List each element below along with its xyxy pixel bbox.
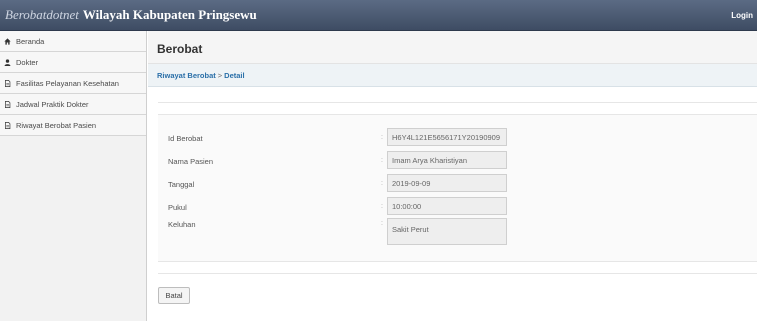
brand-title: Wilayah Kabupaten Pringsewu [82,7,257,22]
sidebar: Beranda Dokter Fasilitas Pelayanan Keseh… [0,31,147,321]
field-label: Nama Pasien [168,157,214,166]
field-label: Keluhan [168,220,196,229]
sidebar-item-label: Fasilitas Pelayanan Kesehatan [16,78,119,88]
home-icon [4,37,11,45]
detail-panel: Id Berobat : H6Y4L121E5656171Y20190909 N… [158,114,757,262]
field-row-nama-pasien: Nama Pasien : Imam Arya Kharistiyan [158,151,757,171]
sidebar-item-label: Beranda [16,36,45,46]
tanggal-field[interactable]: 2019-09-09 [387,174,507,192]
field-row-id-berobat: Id Berobat : H6Y4L121E5656171Y20190909 [158,128,757,148]
field-row-tanggal: Tanggal : 2019-09-09 [158,174,757,194]
brand-logo[interactable]: Berobatdotnet Wilayah Kabupaten Pringsewu [5,7,257,23]
field-label: Pukul [168,203,187,212]
sidebar-item-label: Dokter [16,57,39,67]
field-colon: : [381,157,383,164]
sidebar-item-label: Jadwal Praktik Dokter [16,99,89,109]
pukul-field[interactable]: 10:00:00 [387,197,507,215]
field-colon: : [381,180,383,187]
breadcrumb-separator: > [217,71,223,80]
field-colon: : [381,220,383,227]
field-colon: : [381,134,383,141]
id-berobat-field[interactable]: H6Y4L121E5656171Y20190909 [387,128,507,146]
breadcrumb: Riwayat Berobat > Detail [148,64,757,87]
field-colon: : [381,203,383,210]
sidebar-item-label: Riwayat Berobat Pasien [16,120,97,130]
document-icon [4,121,11,129]
sidebar-item-jadwal[interactable]: Jadwal Praktik Dokter [0,94,146,115]
brand-prefix: Berobatdotnet [5,7,79,22]
field-row-keluhan: Keluhan : Sakit Perut [158,218,757,245]
user-icon [4,58,11,66]
document-icon [4,79,11,87]
divider [158,102,757,103]
breadcrumb-link-riwayat[interactable]: Riwayat Berobat [157,71,216,80]
top-navbar: Berobatdotnet Wilayah Kabupaten Pringsewu… [0,0,757,31]
breadcrumb-current: Detail [224,71,245,80]
main-content: Berobat Riwayat Berobat > Detail Id Beroba… [148,31,757,321]
login-link[interactable]: Login [731,11,753,20]
field-row-pukul: Pukul : 10:00:00 [158,197,757,217]
field-label: Id Berobat [168,134,203,143]
keluhan-field[interactable]: Sakit Perut [387,218,507,245]
sidebar-item-beranda[interactable]: Beranda [0,31,146,52]
sidebar-item-fasilitas[interactable]: Fasilitas Pelayanan Kesehatan [0,73,146,94]
document-icon [4,100,11,108]
sidebar-item-riwayat[interactable]: Riwayat Berobat Pasien [0,115,146,136]
sidebar-item-dokter[interactable]: Dokter [0,52,146,73]
page-title: Berobat [157,42,203,56]
field-label: Tanggal [168,180,195,189]
cancel-button[interactable]: Batal [158,287,190,304]
divider [158,273,757,274]
nama-pasien-field[interactable]: Imam Arya Kharistiyan [387,151,507,169]
page-header: Berobat [148,31,757,64]
